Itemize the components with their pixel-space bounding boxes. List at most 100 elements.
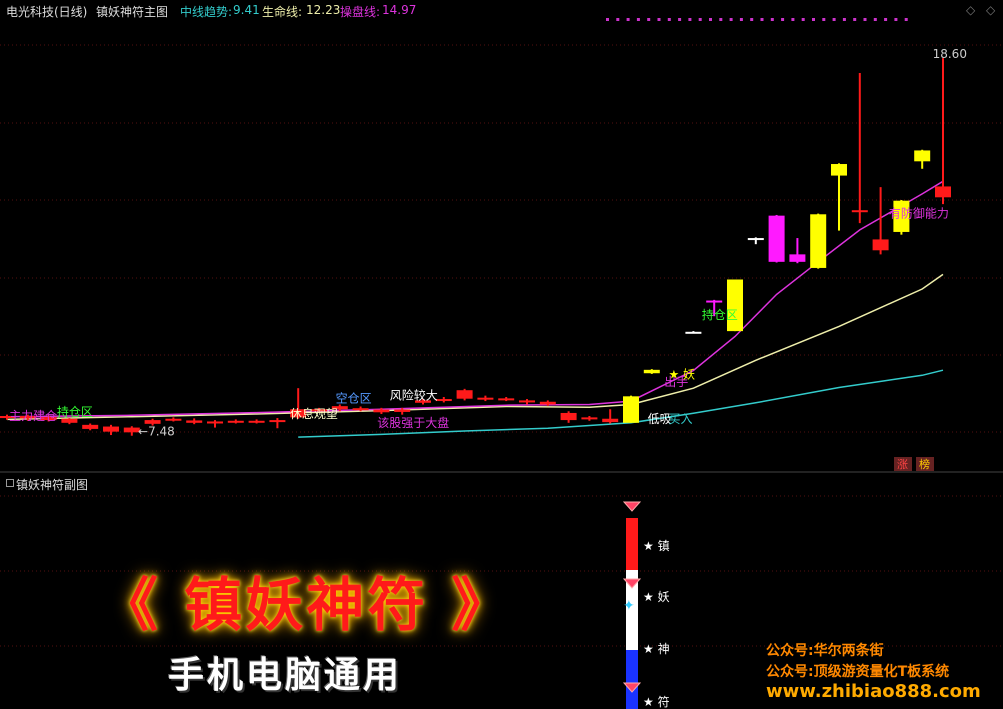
panel-toggle-icon[interactable]	[6, 479, 14, 487]
candle-body	[82, 424, 99, 429]
chart-annotation: 持仓区	[702, 307, 738, 322]
candle-body	[144, 420, 161, 424]
sub-bar	[626, 650, 638, 709]
candle-body	[269, 420, 286, 423]
signal-dot	[626, 18, 630, 21]
signal-dot	[801, 18, 805, 21]
candle-body	[706, 300, 723, 303]
op-line-label: 操盘线:	[340, 5, 381, 19]
candle-body	[685, 331, 702, 334]
signal-dot	[678, 18, 682, 21]
badge: 涨	[894, 457, 912, 471]
signal-dot	[667, 18, 671, 21]
signal-dot	[657, 18, 661, 21]
candle-body	[623, 396, 639, 423]
candle-body	[456, 390, 473, 399]
candle-body	[851, 210, 868, 213]
chart-annotation: ★ 妖	[668, 368, 695, 382]
signal-dot	[770, 18, 774, 21]
candle-body	[727, 279, 743, 332]
candle-body	[539, 401, 556, 405]
chart-annotation: ←7.48	[138, 425, 175, 439]
scroll-down-icon[interactable]: ◇	[986, 3, 995, 17]
candle-body	[248, 420, 265, 423]
mid-trend-label: 中线趋势:	[180, 5, 233, 19]
indicator-name: 镇妖神符主图	[96, 5, 169, 19]
candle-body	[165, 418, 182, 421]
indicator-lines	[6, 180, 944, 438]
candle-body	[602, 418, 619, 423]
chart-annotation: 有防御能力	[889, 206, 949, 221]
badge-text: 榜	[919, 457, 930, 471]
promo-subtitle: 手机电脑通用	[168, 655, 403, 696]
gem-icon	[622, 501, 642, 512]
chart-annotation: 风险较大	[390, 388, 438, 403]
signal-dot	[853, 18, 857, 21]
chart-annotation: 空仓区	[336, 391, 372, 405]
signal-dot	[719, 18, 723, 21]
signal-dot	[873, 18, 877, 21]
sub-panel-title: 镇妖神符副图	[16, 478, 89, 492]
candle-body	[519, 400, 535, 403]
signal-dot	[791, 18, 795, 21]
chart-annotation: 休息观望	[290, 406, 338, 421]
life-line	[6, 273, 944, 421]
signal-dot	[781, 18, 785, 21]
candle-body	[373, 409, 390, 413]
candle-body	[477, 397, 494, 400]
candle-body	[872, 239, 889, 251]
candle-body	[935, 186, 951, 198]
wechat-account-2: 公众号:顶级游资量化T板系统	[766, 664, 950, 680]
badge: 榜	[916, 457, 934, 471]
candle-body	[186, 420, 203, 423]
signal-dot	[606, 18, 609, 21]
candle-body	[435, 399, 452, 402]
candle-body	[914, 150, 931, 162]
sub-bar-label: ★ 符	[643, 694, 670, 709]
scroll-up-icon[interactable]: ◇	[966, 3, 975, 17]
signal-dot	[904, 18, 908, 21]
candle-body	[810, 214, 827, 268]
op-line	[6, 180, 944, 418]
signal-dot	[647, 18, 651, 21]
mid-trend-value: 9.41	[233, 3, 260, 17]
candle-body	[498, 398, 515, 401]
signal-dot	[760, 18, 764, 21]
chart-annotation: 主力建仓	[9, 409, 57, 423]
life-line-label: 生命线:	[262, 5, 303, 19]
signal-dot	[709, 18, 712, 21]
chart-annotation: 该股强于大盘	[377, 415, 449, 430]
op-line-value: 14.97	[382, 3, 417, 17]
signal-dot	[822, 18, 826, 21]
sub-bar	[626, 518, 638, 570]
signal-dot	[688, 18, 692, 21]
candle-body	[747, 238, 764, 241]
chart-annotation: 持仓区	[57, 404, 93, 419]
wechat-account-1: 公众号:华尔两条街	[766, 643, 884, 659]
candle-body	[768, 215, 785, 262]
signal-dot	[812, 18, 815, 21]
signal-dot	[750, 18, 754, 21]
signal-dot	[739, 18, 743, 21]
candle-body	[227, 420, 244, 423]
candle-body	[560, 412, 577, 421]
candle-body	[207, 421, 223, 424]
sub-indicator-bars: ★ 镇 ★ 妖 ★ 神 ★ 符 ✦	[622, 501, 670, 709]
website-link[interactable]: www.zhibiao888.com	[766, 681, 981, 702]
sub-bar-label: ★ 神	[643, 642, 670, 656]
candle-body	[643, 369, 660, 374]
chart-annotation: 18.60	[933, 47, 967, 61]
candle-body	[103, 426, 119, 432]
sub-bar-label: ★ 镇	[643, 539, 670, 553]
candle-body	[581, 417, 598, 420]
chart-annotation: 买入	[668, 412, 692, 426]
signal-dot	[842, 18, 846, 21]
butterfly-icon: ✦	[623, 598, 635, 614]
candle-body	[831, 164, 847, 176]
candlesticks[interactable]	[0, 58, 951, 436]
security-name: 电光科技(日线)	[6, 5, 88, 19]
sub-bar-label: ★ 妖	[643, 590, 670, 604]
signal-dot	[894, 18, 898, 21]
signal-dot	[863, 18, 867, 21]
signal-dot	[616, 18, 620, 21]
